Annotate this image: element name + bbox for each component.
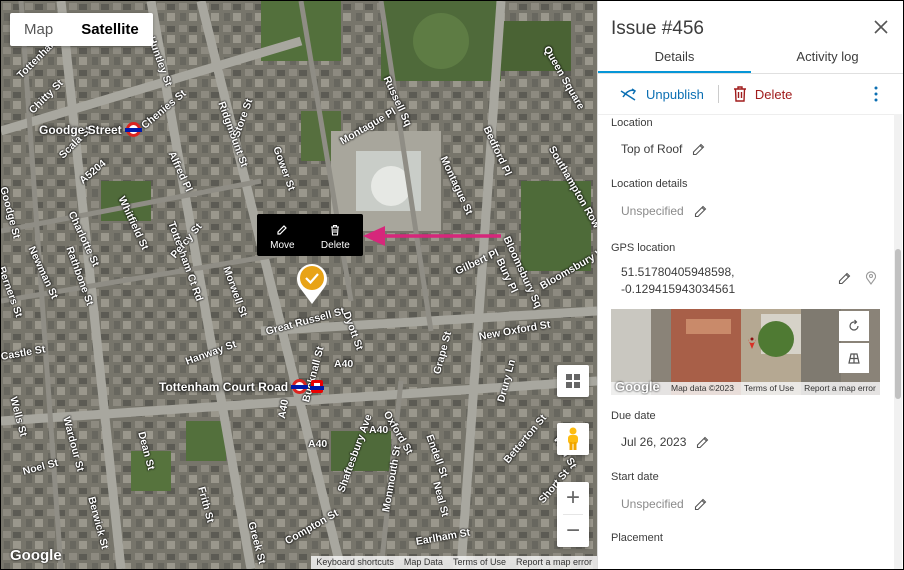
layers-button[interactable] [557,365,589,397]
terms-link[interactable]: Terms of Use [448,556,511,569]
panel-title: Issue #456 [611,18,704,39]
station-label: Tottenham Court Road [159,379,289,394]
location-label: Location [611,117,653,129]
divider [717,85,719,103]
panel-scrollbar[interactable] [894,114,902,569]
unpublish-label: Unpublish [646,86,704,102]
scrollbar-thumb[interactable] [895,249,901,399]
unpublish-button[interactable]: Unpublish [620,86,704,102]
close-icon[interactable] [873,19,889,35]
map-data-link[interactable]: Map Data [399,556,448,569]
unpublish-icon [620,88,637,101]
minimap-terms-link[interactable]: Terms of Use [744,382,794,395]
location-text: Top of Roof [621,142,683,156]
tilt-icon [848,353,860,364]
minimap-report-link[interactable]: Report a map error [804,382,876,395]
move-button[interactable]: Move [270,224,295,251]
edit-start-date-icon[interactable] [694,498,707,511]
road-number: A40 [308,438,328,450]
start-date-text: Unspecified [621,497,684,511]
delete-pin-button[interactable]: Delete [321,224,350,251]
grid-icon [566,374,580,388]
gps-value: 51.51780405948598, -0.129415943034561 [621,264,735,298]
location-details-label: Location details [611,178,688,190]
map-type-satellite[interactable]: Satellite [67,13,153,46]
station-label: Goodge Street [39,122,122,137]
rotate-button[interactable] [839,311,869,341]
location-details-value: Unspecified [621,204,707,218]
map-attribution: Keyboard shortcuts Map Data Terms of Use… [311,556,597,569]
location-value: Top of Roof [621,142,705,156]
delete-issue-button[interactable]: Delete [733,86,793,102]
issue-details-panel: Issue #456 Details Activity log Unpublis… [597,1,903,569]
start-date-value: Unspecified [621,497,707,511]
zoom-out-button[interactable]: − [557,515,589,547]
road-number: A40 [369,424,389,436]
satellite-map[interactable]: Tottenham Ct Rd Huntley St Chenies St Ri… [1,1,597,569]
pencil-icon [277,224,288,235]
due-date-label: Due date [611,410,656,422]
map-pin-icon[interactable] [865,271,877,285]
edit-location-details-icon[interactable] [694,205,707,218]
road-number: A40 [334,358,354,370]
station-goodge-street[interactable]: Goodge Street [39,122,142,137]
rotate-icon [849,319,859,331]
report-error-link[interactable]: Report a map error [511,556,597,569]
rail-icon [310,380,325,393]
location-details-text: Unspecified [621,204,684,218]
panel-tabs: Details Activity log [598,49,903,74]
trash-icon [331,224,340,236]
tab-details[interactable]: Details [598,49,751,73]
edit-location-icon[interactable] [692,143,705,156]
gps-minimap[interactable]: Map data ©2023 Terms of Use Report a map… [611,309,880,395]
edit-gps-icon[interactable] [838,272,851,285]
underground-icon [291,379,309,394]
gps-actions [838,271,877,285]
start-date-label: Start date [611,471,659,483]
gps-longitude: -0.129415943034561 [621,282,736,296]
gps-label: GPS location [611,242,676,254]
tilt-button[interactable] [839,343,869,373]
annotation-arrow [363,226,501,246]
move-label: Move [270,239,295,251]
more-options-icon[interactable] [873,86,879,102]
trash-icon [733,86,746,102]
station-tottenham-court-road[interactable]: Tottenham Court Road [159,379,325,394]
google-logo: Google [10,547,62,564]
zoom-in-button[interactable]: + [557,482,589,514]
tab-activity-log[interactable]: Activity log [751,49,903,73]
placement-label: Placement [611,532,663,544]
pegman-icon [568,427,578,450]
zoom-control: + − [557,482,589,547]
action-bar: Unpublish Delete [598,74,903,114]
gps-latitude: 51.51780405948598, [621,265,735,279]
minimap-google-logo: Google [615,379,660,394]
minimap-map-data: Map data ©2023 [671,383,734,393]
app-window: Tottenham Ct Rd Huntley St Chenies St Ri… [1,1,903,569]
delete-label: Delete [320,239,350,251]
due-date-text: Jul 26, 2023 [621,435,687,449]
edit-due-date-icon[interactable] [696,436,709,449]
keyboard-shortcuts-link[interactable]: Keyboard shortcuts [311,556,399,569]
details-scroll-area[interactable]: Location Top of Roof Location details Un… [598,114,894,569]
issue-pin-marker[interactable] [296,263,328,305]
due-date-value: Jul 26, 2023 [621,435,709,449]
underground-icon [124,122,142,137]
map-type-control: Map Satellite [10,13,153,46]
pin-context-menu: Move Delete [257,214,363,256]
map-type-map[interactable]: Map [10,13,67,46]
street-view-button[interactable] [557,423,589,455]
delete-label: Delete [754,86,793,102]
